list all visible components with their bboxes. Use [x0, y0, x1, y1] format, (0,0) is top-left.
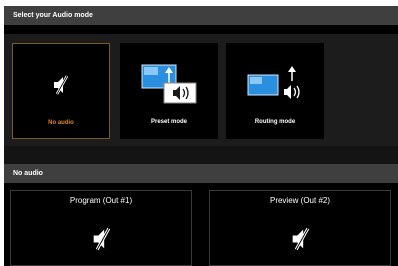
mode-tile-no-audio[interactable]: No audio: [12, 43, 110, 139]
output-label: Program (Out #1): [69, 196, 133, 205]
speaker-muted-icon: [89, 225, 117, 258]
panel-divider: [4, 146, 398, 164]
mode-tile-label: No audio: [48, 120, 74, 126]
output-program: Program (Out #1): [10, 190, 192, 266]
output-preview: Preview (Out #2): [209, 190, 391, 266]
routing-audio-icon: [246, 65, 304, 108]
output-label: Preview (Out #2): [269, 196, 331, 205]
audio-mode-header: Select your Audio mode: [4, 6, 398, 25]
mode-tile-preset[interactable]: Preset mode: [120, 43, 218, 139]
mode-tile-label: Preset mode: [150, 119, 187, 125]
status-header: No audio: [4, 164, 398, 183]
audio-mode-header-text: Select your Audio mode: [13, 12, 93, 19]
mode-tile-routing[interactable]: Routing mode: [226, 43, 324, 139]
mode-tile-label: Routing mode: [254, 119, 296, 125]
preset-audio-icon: [140, 63, 198, 110]
status-header-text: No audio: [13, 170, 43, 177]
speaker-muted-icon: [288, 225, 316, 258]
speaker-muted-icon: [50, 73, 74, 102]
